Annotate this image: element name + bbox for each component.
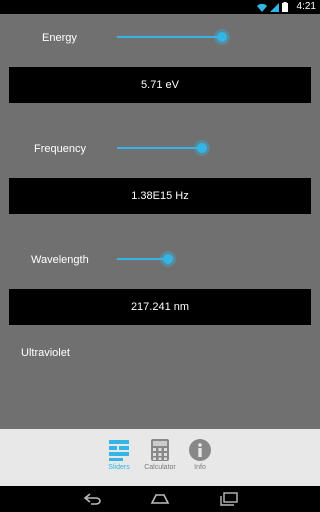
wavelength-slider-thumb[interactable] xyxy=(163,254,173,264)
bottom-tab-bar: Sliders Calculator Info xyxy=(0,429,320,486)
battery-icon xyxy=(282,2,288,12)
tab-info[interactable]: Info xyxy=(180,439,220,479)
tab-sliders-label: Sliders xyxy=(108,464,130,471)
info-icon xyxy=(189,439,211,461)
energy-slider-track xyxy=(117,36,223,38)
energy-value: 5.71 eV xyxy=(141,79,179,91)
frequency-slider[interactable] xyxy=(117,140,210,156)
wavelength-slider[interactable] xyxy=(117,251,177,267)
wavelength-value: 217.241 nm xyxy=(130,301,190,313)
spectrum-region-label: Ultraviolet xyxy=(21,347,70,359)
status-clock: 4:21 xyxy=(296,1,316,12)
sliders-icon xyxy=(109,440,129,461)
signal-icon xyxy=(270,2,279,12)
home-icon xyxy=(150,494,170,504)
energy-slider[interactable] xyxy=(117,29,231,45)
status-icons xyxy=(257,2,288,12)
frequency-slider-thumb[interactable] xyxy=(196,143,207,153)
status-bar: 4:21 xyxy=(0,0,320,14)
tab-info-label: Info xyxy=(194,464,206,471)
system-nav-bar xyxy=(0,486,320,512)
energy-label: Energy xyxy=(42,32,77,44)
recent-apps-button[interactable] xyxy=(217,491,241,507)
frequency-value-box: 1.38E15 Hz xyxy=(9,178,311,214)
wavelength-label: Wavelength xyxy=(31,254,89,266)
frequency-value: 1.38E15 Hz xyxy=(131,190,189,202)
home-button[interactable] xyxy=(148,491,172,507)
back-icon xyxy=(83,493,101,505)
calculator-icon xyxy=(151,439,169,461)
energy-slider-thumb[interactable] xyxy=(216,32,227,42)
back-button[interactable] xyxy=(81,491,105,507)
energy-value-box: 5.71 eV xyxy=(9,67,311,103)
tab-sliders[interactable]: Sliders xyxy=(99,439,139,479)
frequency-label: Frequency xyxy=(34,143,86,155)
tab-calculator-label: Calculator xyxy=(144,464,176,471)
sliders-panel: Energy 5.71 eV Frequency 1.38E15 Hz Wave… xyxy=(0,14,320,429)
tab-calculator[interactable]: Calculator xyxy=(140,439,180,479)
wifi-icon xyxy=(257,3,267,12)
recent-apps-icon xyxy=(220,492,238,506)
frequency-slider-track xyxy=(117,147,202,149)
wavelength-value-box: 217.241 nm xyxy=(9,289,311,325)
